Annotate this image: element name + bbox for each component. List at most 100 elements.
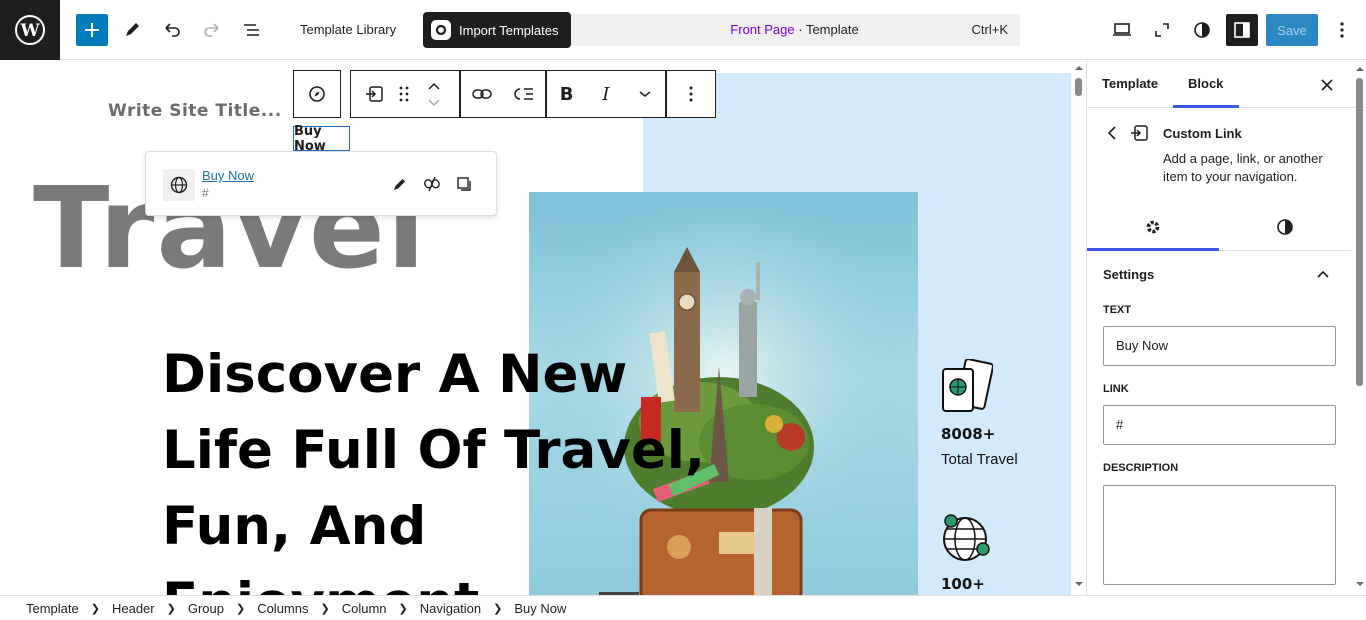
- breadcrumb-item[interactable]: Template ❯: [26, 601, 112, 616]
- tab-styles[interactable]: [1219, 202, 1351, 251]
- gear-icon: [1146, 220, 1160, 233]
- options-menu-button[interactable]: [1326, 14, 1358, 46]
- collapse-settings-button[interactable]: [1317, 265, 1329, 283]
- stat-item[interactable]: 100+: [941, 511, 993, 593]
- breadcrumb-item[interactable]: Column ❯: [342, 601, 420, 616]
- breadcrumb-label: Template: [26, 600, 79, 616]
- close-sidebar-button[interactable]: [1311, 69, 1343, 101]
- contrast-icon: [1277, 218, 1293, 235]
- chevron-left-icon: [1107, 126, 1116, 140]
- redo-button[interactable]: [196, 14, 228, 46]
- wordpress-logo-button[interactable]: W: [0, 0, 60, 60]
- text-field[interactable]: Buy Now: [1103, 326, 1336, 366]
- tools-button[interactable]: [116, 14, 148, 46]
- save-button[interactable]: Save: [1266, 14, 1318, 46]
- link-preview-popover: Buy Now #: [145, 151, 497, 216]
- tab-settings[interactable]: [1087, 202, 1219, 251]
- submenu-icon: [514, 88, 533, 100]
- description-field[interactable]: [1103, 485, 1336, 585]
- link-button[interactable]: [467, 71, 497, 117]
- editor-header: W Template Library Front Page · Template…: [0, 0, 1366, 60]
- back-button[interactable]: [1107, 125, 1117, 146]
- text-field-label: TEXT: [1103, 304, 1132, 316]
- chevron-down-icon: [639, 91, 651, 97]
- site-title[interactable]: Write Site Title...: [108, 101, 282, 121]
- add-submenu-button[interactable]: [509, 71, 539, 117]
- stat-item[interactable]: 8008+ Total Travel: [941, 358, 1018, 468]
- import-templates-button[interactable]: Import Templates: [423, 12, 571, 48]
- bold-icon: B: [559, 83, 574, 105]
- move-buttons[interactable]: [419, 71, 449, 117]
- inspector-tabs: [1087, 202, 1351, 251]
- page-name: Front Page: [730, 22, 795, 37]
- custom-link-icon: [366, 86, 383, 102]
- link-title[interactable]: Buy Now: [202, 168, 254, 183]
- copy-link-button[interactable]: [448, 168, 480, 200]
- heading-line: Life Full Of Travel,: [162, 420, 706, 481]
- format-group: B I: [546, 70, 666, 118]
- active-inspector-indicator: [1087, 248, 1219, 251]
- block-options-button[interactable]: [676, 71, 706, 117]
- edit-link-button[interactable]: [384, 168, 416, 200]
- link-field[interactable]: #: [1103, 405, 1336, 445]
- canvas-scrollbar[interactable]: [1072, 61, 1086, 595]
- breadcrumb-item[interactable]: Header ❯: [112, 601, 188, 616]
- template-library-button[interactable]: Template Library: [300, 22, 396, 37]
- custom-link-block-icon: [1129, 124, 1149, 147]
- drag-icon: [399, 86, 409, 102]
- parent-selector-group: [293, 70, 341, 118]
- svg-text:W: W: [19, 21, 40, 41]
- shortcut-hint: Ctrl+K: [971, 22, 1008, 37]
- sidebar-scrollbar[interactable]: [1353, 61, 1366, 595]
- breadcrumb-label: Header: [111, 600, 155, 616]
- styles-button[interactable]: [1186, 14, 1218, 46]
- list-view-icon: [244, 24, 259, 36]
- bold-button[interactable]: B: [552, 71, 582, 117]
- nav-link-buy-now[interactable]: Buy Now: [293, 124, 350, 154]
- block-type-button[interactable]: [359, 71, 389, 117]
- import-templates-label: Import Templates: [459, 22, 559, 38]
- tab-template[interactable]: Template: [1102, 76, 1158, 91]
- chevron-right-icon: ❯: [166, 602, 176, 615]
- breadcrumb-item[interactable]: Group ❯: [188, 601, 257, 616]
- undo-icon: [165, 23, 180, 37]
- breadcrumb-label: Group: [187, 600, 224, 616]
- heading-line: Fun, And: [162, 496, 427, 557]
- breadcrumb-label: Navigation: [419, 600, 482, 616]
- breadcrumb-item[interactable]: Columns ❯: [257, 601, 342, 616]
- drag-handle[interactable]: [389, 71, 419, 117]
- list-view-button[interactable]: [236, 14, 268, 46]
- description-field-label: DESCRIPTION: [1103, 462, 1179, 474]
- undo-button[interactable]: [156, 14, 188, 46]
- settings-panel-title[interactable]: Settings: [1103, 267, 1154, 282]
- hero-heading[interactable]: Discover A New Life Full Of Travel, Fun,…: [162, 337, 722, 595]
- block-breadcrumb: Template ❯ Header ❯ Group ❯ Columns ❯ Column ❯ Nav…: [0, 595, 1366, 620]
- select-parent-button[interactable]: [302, 71, 332, 117]
- command-palette-button[interactable]: Front Page · Template Ctrl+K: [569, 14, 1020, 46]
- italic-button[interactable]: I: [591, 71, 621, 117]
- plus-icon: [85, 23, 99, 37]
- more-vertical-icon: [1340, 22, 1344, 38]
- heading-line: Discover A New: [162, 344, 628, 405]
- block-description: Add a page, link, or another item to you…: [1163, 151, 1323, 184]
- add-block-button[interactable]: [76, 14, 108, 46]
- link-icon: [472, 89, 492, 99]
- unlink-button[interactable]: [416, 168, 448, 200]
- tab-block[interactable]: Block: [1188, 76, 1223, 91]
- more-format-button[interactable]: [630, 71, 660, 117]
- device-preview-button[interactable]: [1106, 14, 1138, 46]
- breadcrumb-label: Columns: [257, 600, 309, 616]
- editor-canvas[interactable]: Write Site Title... Buy Now Travel Disco…: [0, 61, 1086, 595]
- chevron-right-icon: ❯: [493, 602, 503, 615]
- more-vertical-icon: [689, 86, 693, 102]
- stat-number: 100+: [941, 575, 985, 593]
- fullscreen-button[interactable]: [1146, 14, 1178, 46]
- breadcrumb-item[interactable]: Navigation ❯: [420, 601, 515, 616]
- globe-icon: [163, 169, 195, 201]
- settings-sidebar-toggle[interactable]: [1226, 14, 1258, 46]
- pencil-icon: [394, 179, 405, 190]
- unlink-icon: [423, 176, 440, 192]
- passport-ticket-icon: [942, 358, 994, 412]
- chevron-right-icon: ❯: [398, 602, 408, 615]
- settings-sidebar: Template Block Custom Link Add a page, l…: [1086, 61, 1366, 595]
